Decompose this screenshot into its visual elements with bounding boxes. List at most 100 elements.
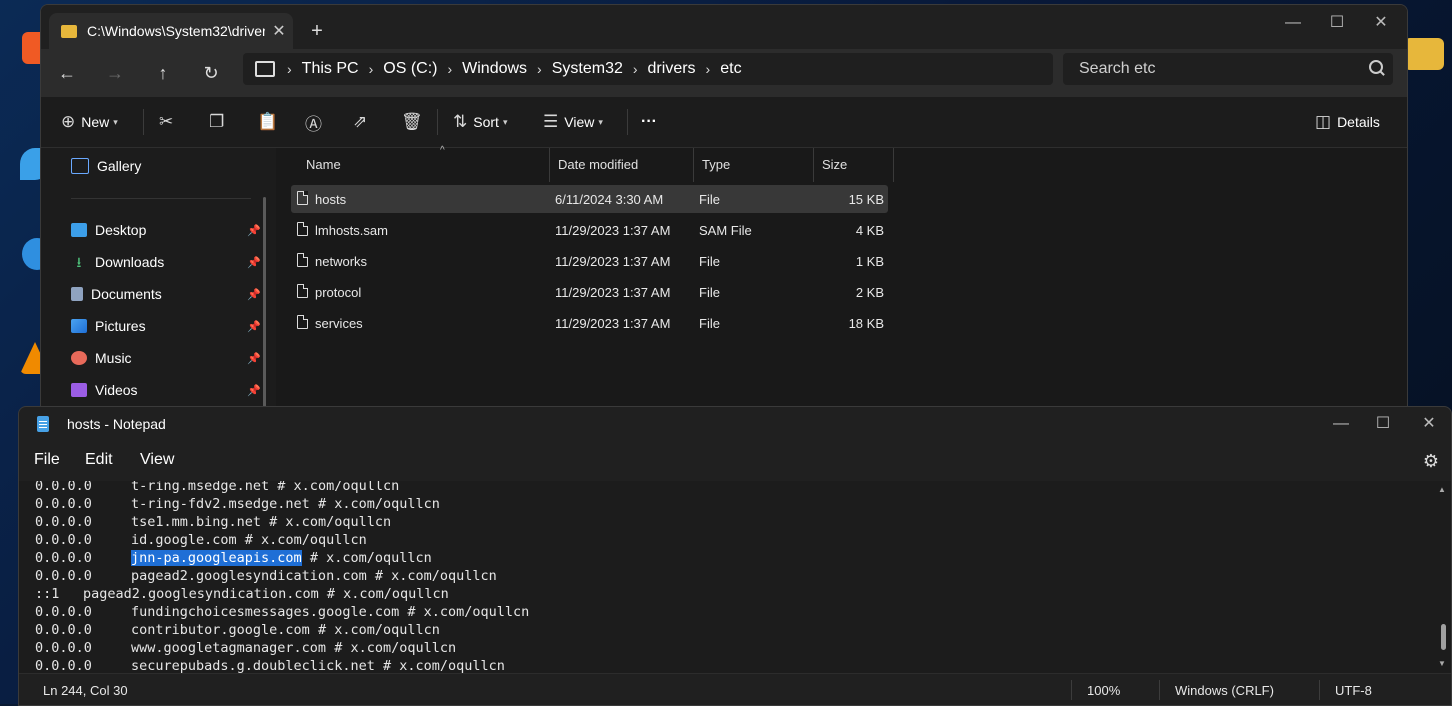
chevron-right-icon[interactable]: › [287,61,292,77]
comment-text: # x.com/oqullcn [318,586,449,602]
file-row-lmhosts[interactable]: lmhosts.sam 11/29/2023 1:37 AM SAM File … [291,216,888,244]
close-tab-icon[interactable]: ✕ [265,21,293,41]
chevron-right-icon[interactable]: › [633,61,638,77]
breadcrumb-windows[interactable]: Windows [462,60,527,78]
zoom-level[interactable]: 100% [1087,683,1120,698]
file-type: File [699,254,720,269]
chevron-right-icon[interactable]: › [369,61,374,77]
file-icon [297,315,308,329]
nav-item-desktop[interactable]: Desktop 📌 [71,216,261,244]
delete-button[interactable]: 🗑 [401,107,429,137]
file-row-protocol[interactable]: protocol 11/29/2023 1:37 AM File 2 KB [291,278,888,306]
text-line: 0.0.0.0 t-ring-fdv2.msedge.net # x.com/oq… [35,495,440,513]
file-row-hosts[interactable]: hosts 6/11/2024 3:30 AM File 15 KB [291,185,888,213]
ip-text: 0.0.0.0 [35,481,92,494]
tab-title: C:\Windows\System32\drivers\etc [87,23,265,39]
text-editor[interactable]: 0.0.0.0 t-ring.msedge.net # x.com/oqullcn… [19,481,1435,673]
menu-edit[interactable]: Edit [85,451,113,469]
text-line: 0.0.0.0 id.google.com # x.com/oqullcn [35,531,367,549]
nav-item-gallery[interactable]: Gallery [71,152,261,180]
details-button[interactable]: ◫ Details [1315,107,1380,137]
chevron-down-icon: ▾ [113,116,118,127]
search-icon[interactable] [1369,60,1383,74]
toolbar-divider [627,109,628,135]
pin-icon[interactable]: 📌 [247,320,261,333]
chevron-right-icon[interactable]: › [537,61,542,77]
nav-item-documents[interactable]: Documents 📌 [71,280,261,308]
share-button[interactable]: ⇗ [353,107,373,137]
breadcrumb-this-pc[interactable]: This PC [302,60,359,78]
breadcrumb-os-c[interactable]: OS (C:) [383,60,437,78]
rename-button[interactable]: Ⓐ [305,107,328,137]
status-divider [1071,680,1072,700]
text-line: 0.0.0.0 securepubads.g.doubleclick.net # … [35,657,505,673]
search-box[interactable] [1063,53,1393,85]
up-arrow-icon[interactable]: ↑ [147,57,179,89]
forward-arrow-icon[interactable]: → [99,57,131,89]
file-icon [297,253,308,267]
nav-item-music[interactable]: Music 📌 [71,344,261,372]
column-header-size[interactable]: Size [814,148,894,182]
paste-button[interactable]: 📋 [257,107,284,137]
selected-host-text[interactable]: jnn-pa.googleapis.com [131,550,302,566]
refresh-icon[interactable]: ↻ [195,57,227,89]
cursor-position: Ln 244, Col 30 [43,683,128,698]
nav-item-videos[interactable]: Videos 📌 [71,376,261,404]
scroll-up-icon[interactable]: ▲ [1438,485,1446,494]
column-header-date[interactable]: Date modified [550,148,694,182]
copy-button[interactable]: ❐ [209,107,230,137]
plus-circle-icon: ⊕ [61,112,76,131]
sort-button[interactable]: ⇅ Sort ▾ [453,107,507,137]
maximize-icon[interactable]: ☐ [1315,5,1359,41]
host-text: pagead2.googlesyndication.com [131,568,367,584]
close-window-icon[interactable]: ✕ [1359,5,1403,41]
document-icon [71,287,83,301]
nav-pane-scrollbar[interactable] [263,197,266,425]
desktop-icon [71,223,87,237]
breadcrumb-etc[interactable]: etc [720,60,741,78]
nav-item-downloads[interactable]: ⭳ Downloads 📌 [71,248,261,276]
nav-item-pictures[interactable]: Pictures 📌 [71,312,261,340]
gear-icon[interactable]: ⚙ [1423,451,1439,472]
chevron-right-icon[interactable]: › [706,61,711,77]
desktop-icon-zip-folder[interactable] [1404,38,1444,74]
cut-button[interactable]: ✂ [159,107,179,137]
column-label: Size [822,157,848,172]
file-row-networks[interactable]: networks 11/29/2023 1:37 AM File 1 KB [291,247,888,275]
file-list: ^ Name Date modified Type Size hosts 6/1… [276,145,1407,425]
pin-icon[interactable]: 📌 [247,224,261,237]
breadcrumb-drivers[interactable]: drivers [648,60,696,78]
sort-label: Sort [473,114,499,130]
chevron-right-icon[interactable]: › [447,61,452,77]
column-header-name[interactable]: ^ Name [298,145,550,182]
more-options-button[interactable]: ··· [641,107,657,137]
scroll-down-icon[interactable]: ▼ [1438,659,1446,668]
encoding[interactable]: UTF-8 [1335,683,1372,698]
scroll-thumb[interactable] [1441,624,1446,650]
nav-label: Pictures [95,318,146,334]
new-tab-button[interactable]: + [303,17,331,45]
view-button[interactable]: ☰ View ▾ [543,107,603,137]
minimize-icon[interactable]: — [1271,5,1315,41]
maximize-icon[interactable]: ☐ [1361,407,1405,441]
address-bar[interactable]: › This PC › OS (C:) › Windows › System32… [243,53,1053,85]
menu-file[interactable]: File [34,451,60,469]
column-label: Name [306,157,341,172]
pin-icon[interactable]: 📌 [247,288,261,301]
menu-view[interactable]: View [140,451,174,469]
pin-icon[interactable]: 📌 [247,384,261,397]
file-row-services[interactable]: services 11/29/2023 1:37 AM File 18 KB [291,309,888,337]
pin-icon[interactable]: 📌 [247,352,261,365]
breadcrumb-system32[interactable]: System32 [552,60,623,78]
vertical-scrollbar[interactable]: ▲ ▼ [1435,481,1451,673]
back-arrow-icon[interactable]: ← [51,57,83,89]
minimize-icon[interactable]: — [1319,407,1363,441]
pin-icon[interactable]: 📌 [247,256,261,269]
line-ending[interactable]: Windows (CRLF) [1175,683,1274,698]
new-button[interactable]: ⊕ New ▾ [61,107,118,137]
explorer-tab[interactable]: C:\Windows\System32\drivers\etc ✕ [49,13,293,49]
column-header-type[interactable]: Type [694,148,814,182]
file-icon [297,284,308,298]
search-input[interactable] [1077,59,1361,79]
close-window-icon[interactable]: ✕ [1407,407,1451,441]
